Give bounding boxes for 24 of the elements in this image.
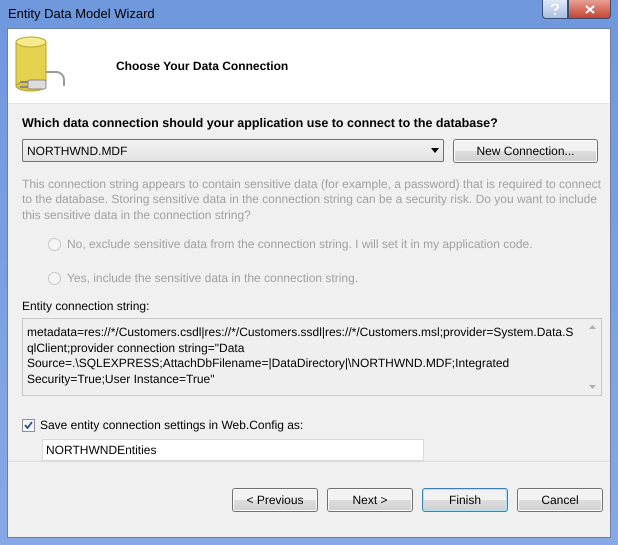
page-title: Choose Your Data Connection bbox=[116, 58, 288, 72]
wizard-button[interactable]: < Previous bbox=[232, 488, 318, 512]
scroll-up-icon[interactable] bbox=[589, 325, 596, 329]
connection-dropdown[interactable]: NORTHWND.MDF bbox=[22, 139, 444, 162]
entity-name-field[interactable]: NORTHWNDEntities bbox=[42, 439, 424, 461]
wizard-button[interactable]: Next > bbox=[327, 488, 413, 512]
close-icon bbox=[584, 4, 594, 14]
save-label: Save entity connection settings in Web.Config as: bbox=[40, 418, 304, 432]
sensitive-data-note: This connection string appears to contain sensitive data (for example, a password) that is required to connect to the database. Storing sensitive data in the connection string can be a security risk. Do you want to include this sensitive data in the connection string? bbox=[22, 176, 602, 223]
help-icon bbox=[551, 4, 559, 14]
question-label: Which data connection should your application use to connect to the database? bbox=[22, 116, 499, 130]
entity-string-label: Entity connection string: bbox=[22, 299, 150, 313]
radio-label: Yes, include the sensitive data in the connection string. bbox=[67, 271, 358, 285]
help-button[interactable] bbox=[542, 0, 568, 19]
close-button[interactable] bbox=[568, 0, 611, 19]
scroll-down-icon[interactable] bbox=[589, 385, 596, 389]
window-title: Entity Data Model Wizard bbox=[7, 6, 155, 22]
radio-label: No, exclude sensitive data from the connection string. I will set it in my application code. bbox=[67, 237, 533, 251]
wizard-button[interactable]: Finish bbox=[422, 488, 508, 512]
new-connection-button[interactable]: New Connection... bbox=[452, 138, 598, 162]
wizard-button[interactable]: Cancel bbox=[517, 488, 603, 512]
save-checkbox[interactable] bbox=[22, 418, 35, 432]
connection-string-box[interactable]: metadata=res://*/Customers.csdl|res://*/Customers.ssdl|res://*/Customers.msl;provider=System.Data.SqlClient;provider connection string="Data Source=.\SQLEXPRESS;AttachDbFilename=|DataDirectory|\NORTHWND.MDF;Integrated Security=True;User Instance=True" bbox=[22, 318, 602, 396]
dropdown-arrow-icon bbox=[430, 148, 439, 153]
